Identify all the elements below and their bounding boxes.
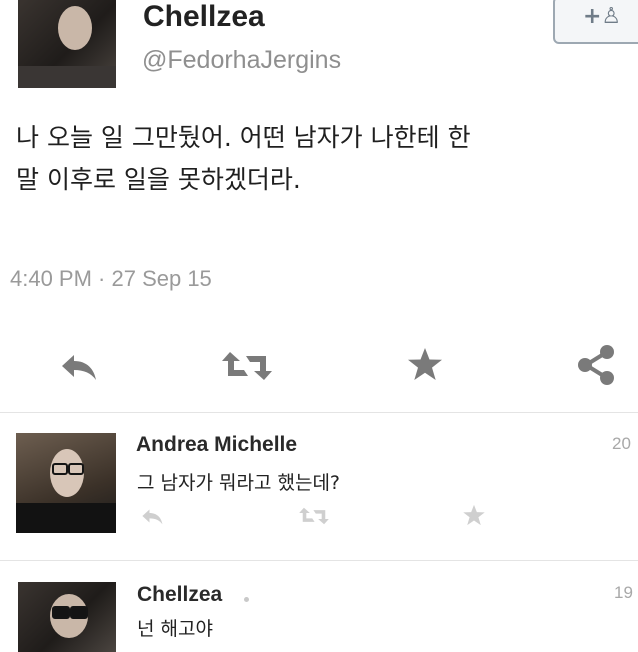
reply-time: 19 xyxy=(614,583,633,602)
reply-icon[interactable] xyxy=(58,349,102,383)
avatar[interactable] xyxy=(16,433,116,533)
reply-display-name[interactable]: Andrea Michelle xyxy=(136,433,297,457)
reply-icon[interactable] xyxy=(140,506,166,526)
avatar[interactable] xyxy=(18,0,116,88)
tweet-timestamp: 4:40 PM · 27 Sep 15 xyxy=(10,266,212,291)
reply-text: 넌 해고야 xyxy=(137,618,213,640)
share-icon[interactable] xyxy=(576,344,616,386)
reply-text: 그 남자가 뭐라고 했는데? xyxy=(137,472,341,494)
follow-button[interactable]: +♙ xyxy=(553,0,638,44)
reply-display-name[interactable]: Chellzea xyxy=(137,583,222,607)
display-name[interactable]: Chellzea xyxy=(143,0,265,34)
avatar[interactable] xyxy=(18,582,116,652)
retweet-icon[interactable] xyxy=(220,348,274,384)
divider xyxy=(0,412,638,413)
follow-plus-person-icon: +♙ xyxy=(583,4,622,29)
verified-dot-icon xyxy=(244,597,249,602)
tweet-text-line-2: 말 이후로 일을 못하겠더라. xyxy=(16,165,301,194)
tweet-text-line-1: 나 오늘 일 그만뒀어. 어떤 남자가 나한테 한 xyxy=(16,123,471,152)
reply-time: 20 xyxy=(612,434,631,453)
favorite-star-icon[interactable] xyxy=(406,346,444,382)
divider xyxy=(0,560,638,561)
favorite-star-icon[interactable] xyxy=(462,503,486,527)
user-handle[interactable]: @FedorhaJergins xyxy=(142,46,341,75)
retweet-icon[interactable] xyxy=(298,505,330,527)
